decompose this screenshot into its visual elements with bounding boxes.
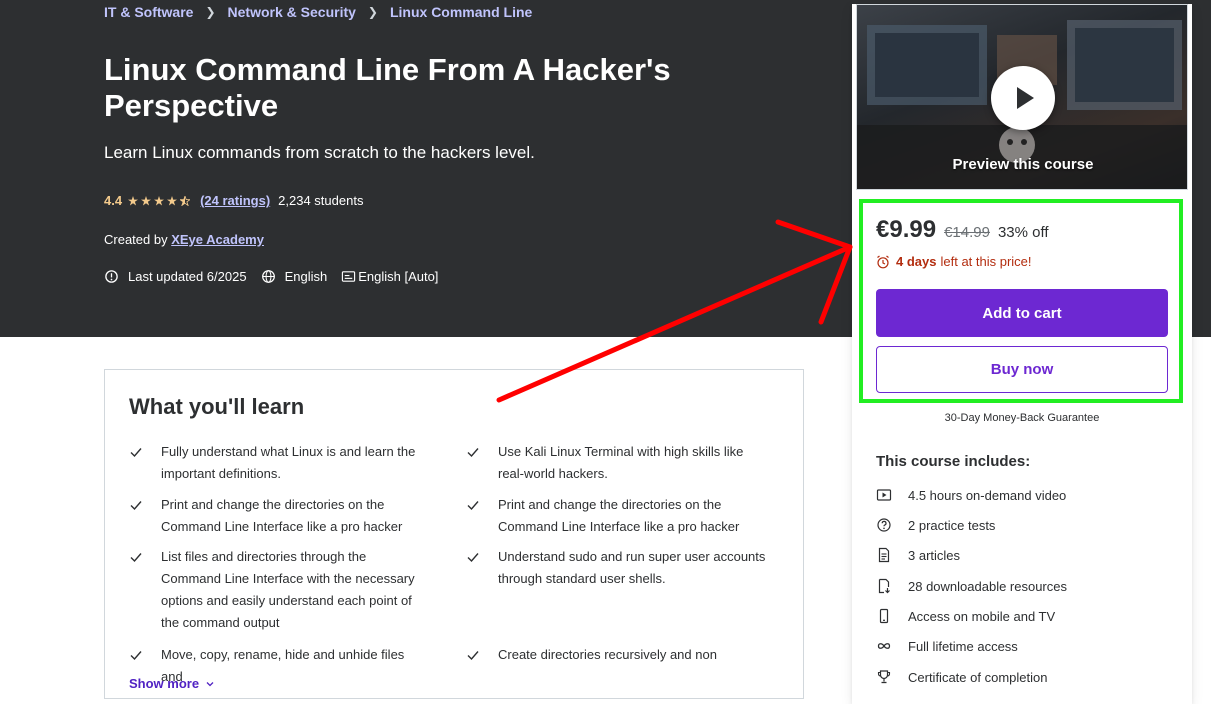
includes-title: This course includes: <box>876 453 1031 470</box>
original-price: €14.99 <box>944 224 990 241</box>
play-icon <box>1017 87 1034 109</box>
created-by-label: Created by <box>104 232 168 247</box>
ratings-count-link[interactable]: (24 ratings) <box>200 193 270 208</box>
globe-icon <box>261 270 275 283</box>
breadcrumb-item-it-software[interactable]: IT & Software <box>104 4 193 20</box>
course-meta: Last updated 6/2025 English English [Aut… <box>104 269 452 284</box>
learn-item: Use Kali Linux Terminal with high skills… <box>466 441 766 485</box>
star-icon <box>141 195 152 205</box>
article-icon <box>878 547 890 563</box>
chevron-down-icon <box>206 681 214 686</box>
timer-days: 4 days <box>896 254 937 269</box>
check-icon <box>467 448 479 458</box>
include-item: Access on mobile and TV <box>876 608 1055 624</box>
include-item: 4.5 hours on-demand video <box>876 487 1066 503</box>
price-timer: 4 days left at this price! <box>876 254 1032 269</box>
student-count: 2,234 students <box>278 193 364 208</box>
learn-title: What you'll learn <box>129 394 305 419</box>
learn-item-text: Create directories recursively and non <box>498 647 717 662</box>
preview-label: Preview this course <box>952 156 1094 173</box>
star-icon <box>167 195 178 205</box>
learn-item: List files and directories through the C… <box>129 546 429 634</box>
play-button[interactable] <box>991 66 1055 130</box>
video-icon <box>876 489 892 501</box>
learn-item: Print and change the directories on the … <box>466 494 766 538</box>
last-updated-text: Last updated 6/2025 <box>128 269 247 284</box>
learn-item-text: Print and change the directories on the … <box>161 497 403 534</box>
check-icon <box>467 501 479 511</box>
include-item-label: Certificate of completion <box>908 669 1048 685</box>
learn-item: Create directories recursively and non <box>466 644 766 666</box>
discount-percent: 33% off <box>997 224 1049 241</box>
current-price: €9.99 <box>876 216 937 243</box>
captions: English [Auto] <box>341 269 438 284</box>
buy-now-button[interactable]: Buy now <box>876 346 1168 393</box>
chevron-right-icon: ❯ <box>205 5 216 19</box>
add-to-cart-button[interactable]: Add to cart <box>876 289 1168 337</box>
show-more-label: Show more <box>129 676 200 691</box>
course-subtitle: Learn Linux commands from scratch to the… <box>104 143 535 162</box>
include-item: Full lifetime access <box>876 638 1018 654</box>
rating-row: 4.4 (24 ratings) 2,234 students <box>104 193 363 208</box>
star-rating <box>128 195 193 206</box>
infinity-icon <box>877 643 891 649</box>
download-icon <box>878 578 890 594</box>
what-youll-learn-box: What you'll learn Fully understand what … <box>104 369 804 699</box>
include-item: Certificate of completion <box>876 669 1047 685</box>
check-icon <box>467 553 479 563</box>
check-icon <box>130 501 142 511</box>
include-item-label: 4.5 hours on-demand video <box>908 487 1067 503</box>
include-item-label: Full lifetime access <box>908 638 1018 654</box>
question-icon <box>877 518 891 532</box>
include-item-label: 28 downloadable resources <box>908 578 1067 594</box>
check-icon <box>130 448 142 458</box>
learn-item-text: Use Kali Linux Terminal with high skills… <box>498 444 744 481</box>
include-item-label: 2 practice tests <box>908 517 996 533</box>
include-item-label: Access on mobile and TV <box>908 608 1056 624</box>
include-item: 3 articles <box>876 547 960 563</box>
trophy-icon <box>877 670 891 684</box>
star-icon <box>154 195 165 205</box>
learn-item: Print and change the directories on the … <box>129 494 429 538</box>
include-item: 28 downloadable resources <box>876 578 1067 594</box>
course-title: Linux Command Line From A Hacker's Persp… <box>104 52 671 123</box>
mobile-icon <box>879 608 889 624</box>
breadcrumb: IT & Software ❯ Network & Security ❯ Lin… <box>104 4 532 20</box>
alert-badge-icon <box>105 270 118 283</box>
learn-item: Fully understand what Linux is and learn… <box>129 441 429 485</box>
breadcrumb-item-linux-command-line[interactable]: Linux Command Line <box>390 4 532 20</box>
timer-text: left at this price! <box>940 254 1032 269</box>
show-more-button[interactable]: Show more <box>129 676 215 691</box>
alarm-clock-icon <box>877 255 889 268</box>
learn-item-text: Fully understand what Linux is and learn… <box>161 444 416 481</box>
purchase-sidebar: Preview this course €9.99 €14.99 33% off… <box>852 4 1192 704</box>
star-icon <box>128 195 139 205</box>
chevron-right-icon: ❯ <box>367 5 378 19</box>
breadcrumb-item-network-security[interactable]: Network & Security <box>228 4 356 20</box>
learn-item-text: Understand sudo and run super user accou… <box>498 549 766 586</box>
instructor-link[interactable]: XEye Academy <box>171 232 264 247</box>
course-preview[interactable]: Preview this course <box>856 4 1188 190</box>
star-half-icon <box>180 195 191 206</box>
price-row: €9.99 €14.99 33% off <box>876 216 1049 244</box>
language-text: English <box>284 269 328 284</box>
created-by: Created by XEye Academy <box>104 232 264 247</box>
include-item-label: 3 articles <box>908 547 961 563</box>
learn-item: Understand sudo and run super user accou… <box>466 546 766 590</box>
money-back-guarantee: 30-Day Money-Back Guarantee <box>944 412 1100 424</box>
include-item: 2 practice tests <box>876 517 995 533</box>
check-icon <box>130 553 142 563</box>
language: English <box>261 269 328 284</box>
closed-captions-icon <box>342 271 356 282</box>
learn-item-text: Print and change the directories on the … <box>498 497 740 534</box>
check-icon <box>130 651 142 661</box>
rating-value: 4.4 <box>104 193 123 208</box>
captions-text: English [Auto] <box>358 269 439 284</box>
learn-item-text: List files and directories through the C… <box>161 549 415 630</box>
check-icon <box>467 651 479 661</box>
last-updated: Last updated 6/2025 <box>104 269 247 284</box>
